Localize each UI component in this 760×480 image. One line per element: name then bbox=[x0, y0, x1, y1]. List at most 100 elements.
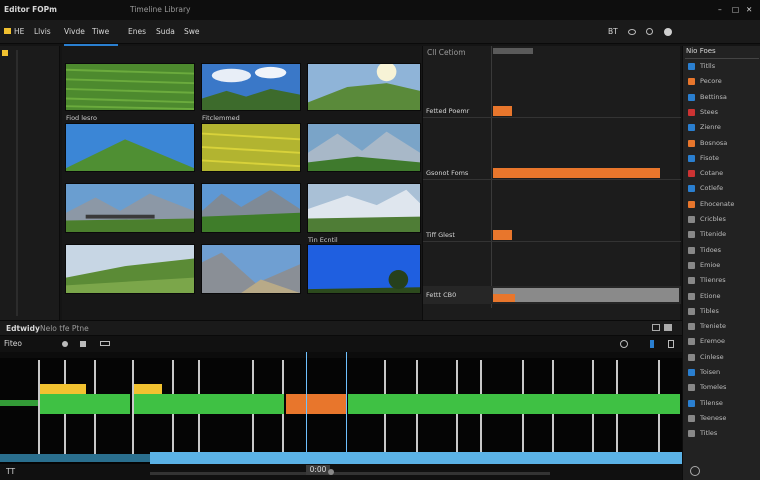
property-item[interactable]: Zienre bbox=[686, 123, 756, 133]
property-item[interactable]: Tlienres bbox=[686, 276, 756, 286]
timeline-subtitle: Nelo tfe Ptne bbox=[40, 324, 89, 333]
property-item[interactable]: Titenide bbox=[686, 230, 756, 240]
settings-icon[interactable] bbox=[664, 28, 672, 36]
clip-thumbnail-10[interactable] bbox=[65, 244, 195, 294]
menu-item-4[interactable]: Tiwe bbox=[92, 27, 114, 37]
clip-thumbnail-12[interactable] bbox=[307, 244, 421, 294]
timeline-ruler[interactable] bbox=[0, 352, 682, 358]
clip-thumbnail-3[interactable] bbox=[307, 63, 421, 111]
property-label: Stees bbox=[700, 107, 719, 116]
property-item[interactable]: Emioe bbox=[686, 261, 756, 271]
inspector-row-bar[interactable] bbox=[493, 294, 515, 302]
property-item[interactable]: Ehocenate bbox=[686, 200, 756, 210]
property-item[interactable]: Titlls bbox=[686, 62, 756, 72]
property-item[interactable]: Cotane bbox=[686, 169, 756, 179]
zoom-icon[interactable] bbox=[620, 340, 628, 348]
property-icon bbox=[688, 216, 695, 223]
menu-item-7[interactable]: Swe bbox=[184, 27, 208, 37]
clip-thumbnail-4[interactable] bbox=[65, 123, 195, 172]
playhead[interactable] bbox=[306, 352, 307, 464]
property-item[interactable]: Tidoes bbox=[686, 246, 756, 256]
inspector-row-bar[interactable] bbox=[493, 230, 512, 240]
title-clip[interactable] bbox=[40, 384, 86, 394]
gear-icon[interactable] bbox=[628, 29, 636, 35]
audio-clip[interactable] bbox=[150, 452, 682, 464]
property-item[interactable]: Tibles bbox=[686, 307, 756, 317]
property-item[interactable]: Tilense bbox=[686, 399, 756, 409]
menu-bar: HE Llvis Vivde Tiwe Enes Suda Swe BT bbox=[0, 20, 760, 44]
timeline-tracks[interactable] bbox=[0, 352, 682, 464]
inspector-row-bar[interactable] bbox=[493, 168, 660, 178]
property-item[interactable]: Teenese bbox=[686, 414, 756, 424]
video-clip[interactable] bbox=[40, 394, 130, 414]
clip-thumbnail-9[interactable] bbox=[307, 183, 421, 233]
clip-thumbnail-5[interactable] bbox=[201, 123, 301, 172]
property-item[interactable]: Bettinsa bbox=[686, 93, 756, 103]
inspector-row-2[interactable]: Gsonot Foms bbox=[423, 166, 681, 180]
razor-icon[interactable] bbox=[62, 341, 68, 347]
property-item[interactable]: Tomeles bbox=[686, 383, 756, 393]
video-clip[interactable] bbox=[134, 394, 284, 414]
property-item[interactable]: Etione bbox=[686, 292, 756, 302]
property-item[interactable]: Bosnosa bbox=[686, 139, 756, 149]
title-clip[interactable] bbox=[134, 384, 162, 394]
video-track-lead[interactable] bbox=[0, 400, 38, 406]
close-button[interactable]: ✕ bbox=[746, 5, 756, 15]
property-item[interactable]: Eremoe bbox=[686, 337, 756, 347]
property-item[interactable]: Titles bbox=[686, 429, 756, 439]
property-label: Tilense bbox=[700, 398, 723, 407]
expand-icon[interactable] bbox=[664, 324, 672, 331]
property-icon bbox=[688, 384, 695, 392]
property-label: Titenide bbox=[700, 230, 727, 239]
video-clip[interactable] bbox=[348, 394, 680, 414]
property-item[interactable]: Pecore bbox=[686, 77, 756, 87]
marker-icon bbox=[2, 50, 8, 56]
property-label: Cricbles bbox=[700, 215, 726, 223]
property-label: Cinlese bbox=[700, 352, 724, 361]
menu-item-5[interactable]: Enes bbox=[128, 27, 150, 37]
maximize-button[interactable]: □ bbox=[732, 5, 742, 15]
help-icon[interactable] bbox=[690, 466, 700, 476]
timeline-scrollbar[interactable] bbox=[150, 472, 550, 475]
link-icon[interactable] bbox=[100, 341, 110, 346]
clip-thumbnail-7[interactable] bbox=[65, 183, 195, 233]
property-label: Fisote bbox=[700, 153, 719, 162]
magnet-icon[interactable] bbox=[80, 341, 86, 347]
inspector-row-3[interactable]: Tiff Glest bbox=[423, 228, 681, 242]
search-icon[interactable] bbox=[646, 28, 653, 35]
panel-divider bbox=[16, 50, 18, 316]
property-item[interactable]: Cotlefe bbox=[686, 184, 756, 194]
minimize-button[interactable]: – bbox=[718, 5, 728, 15]
menu-item-3[interactable]: Vivde bbox=[64, 27, 86, 37]
clip-thumbnail-11[interactable] bbox=[201, 244, 301, 294]
clip-thumbnail-6[interactable] bbox=[307, 123, 421, 172]
property-item[interactable]: Toisen bbox=[686, 368, 756, 378]
property-item[interactable]: Fisote bbox=[686, 154, 756, 164]
volume-icon[interactable] bbox=[650, 340, 654, 348]
property-label: Zienre bbox=[700, 123, 721, 132]
property-icon bbox=[688, 246, 695, 254]
timecode-knob[interactable] bbox=[328, 469, 334, 475]
video-clip-selected[interactable] bbox=[286, 394, 346, 414]
playhead[interactable] bbox=[346, 352, 347, 464]
audio-meter-icon[interactable] bbox=[668, 340, 674, 348]
property-item[interactable]: Cricbles bbox=[686, 215, 756, 225]
clip-thumbnail-8[interactable] bbox=[201, 183, 301, 233]
clip-thumbnail-2[interactable] bbox=[201, 63, 301, 111]
clip-thumbnail-1[interactable] bbox=[65, 63, 195, 111]
folder-icon[interactable] bbox=[4, 28, 11, 34]
inspector-row-bar[interactable] bbox=[493, 106, 512, 116]
menu-item-6[interactable]: Suda bbox=[156, 27, 178, 37]
menu-item-2[interactable]: Llvis bbox=[34, 27, 56, 37]
menu-item-1[interactable]: HE bbox=[14, 27, 28, 37]
property-label: Etione bbox=[700, 291, 721, 300]
audio-track-lead[interactable] bbox=[0, 454, 150, 462]
monitor-icon[interactable] bbox=[652, 324, 660, 331]
property-item[interactable]: Cinlese bbox=[686, 353, 756, 363]
inspector-row-1[interactable]: Fetted Poemr bbox=[423, 104, 681, 118]
property-item[interactable]: Treniete bbox=[686, 322, 756, 332]
property-item[interactable]: Stees bbox=[686, 108, 756, 118]
property-icon bbox=[688, 369, 695, 376]
inspector-row-4[interactable]: Fettt CB0 bbox=[423, 286, 681, 304]
property-icon bbox=[688, 338, 695, 346]
